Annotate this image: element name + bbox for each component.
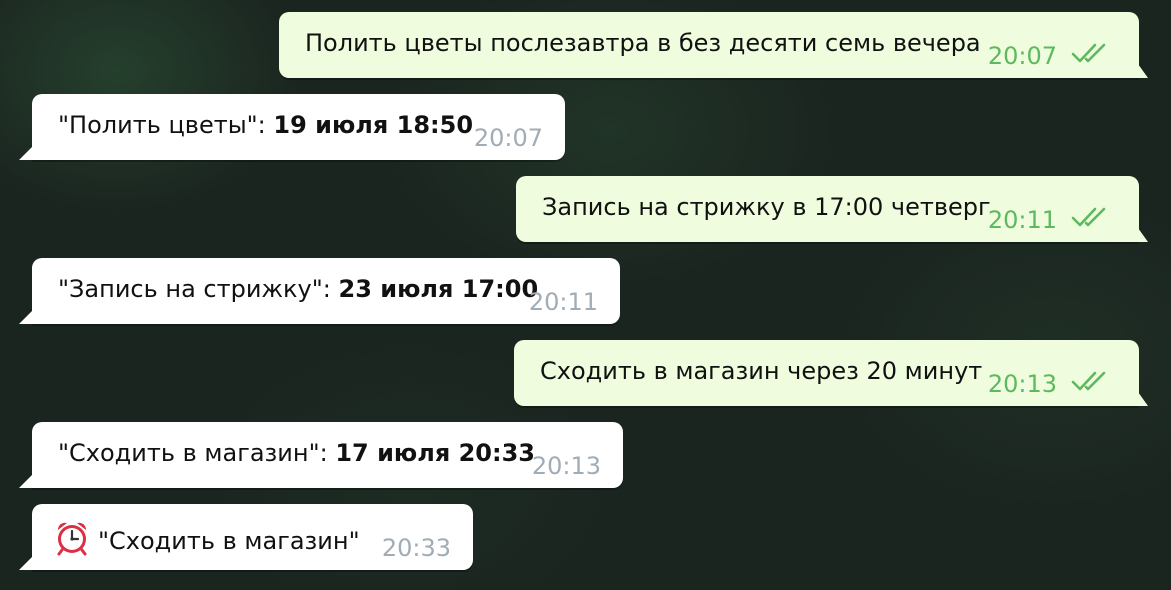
message-text: Запись на стрижку в 17:00 четверг	[542, 193, 991, 221]
message-text: "Сходить в магазин"	[54, 520, 360, 556]
reminder-datetime: 19 июля 18:50	[273, 111, 474, 139]
outgoing-message-bubble[interactable]: Запись на стрижку в 17:00 четверг 20:11	[516, 176, 1139, 242]
message-time: 20:11	[987, 206, 1057, 234]
reminder-datetime: 23 июля 17:00	[338, 275, 539, 303]
message-text: Сходить в магазин через 20 минут	[540, 357, 983, 385]
message-time: 20:11	[528, 288, 598, 316]
outgoing-message-bubble[interactable]: Полить цветы послезавтра в без десяти се…	[279, 12, 1139, 78]
reminder-title: "Запись на стрижку":	[58, 275, 339, 303]
incoming-message-bubble[interactable]: "Сходить в магазин": 17 июля 20:33 20:13	[32, 422, 623, 488]
message-time: 20:07	[987, 42, 1057, 70]
message-text: Полить цветы послезавтра в без десяти се…	[305, 29, 981, 57]
reminder-title: "Сходить в магазин"	[98, 527, 360, 555]
reminder-title: "Сходить в магазин":	[58, 439, 336, 467]
alarm-clock-icon	[57, 522, 87, 556]
message-text: "Сходить в магазин": 17 июля 20:33	[58, 438, 535, 468]
double-check-icon	[1071, 43, 1106, 63]
message-time: 20:13	[531, 452, 601, 480]
incoming-message-bubble[interactable]: "Полить цветы": 19 июля 18:50 20:07	[32, 94, 565, 160]
double-check-icon	[1071, 371, 1106, 391]
outgoing-message-bubble[interactable]: Сходить в магазин через 20 минут 20:13	[514, 340, 1139, 406]
incoming-message-bubble[interactable]: "Сходить в магазин" 20:33	[32, 504, 473, 570]
message-time: 20:07	[473, 124, 543, 152]
message-time: 20:13	[987, 370, 1057, 398]
reminder-datetime: 17 июля 20:33	[335, 439, 535, 467]
double-check-icon	[1071, 207, 1106, 227]
message-time: 20:33	[381, 534, 451, 562]
message-text: "Полить цветы": 19 июля 18:50	[58, 110, 473, 140]
message-text: "Запись на стрижку": 23 июля 17:00	[58, 274, 538, 304]
reminder-title: "Полить цветы":	[58, 111, 274, 139]
chat-history: Полить цветы послезавтра в без десяти се…	[0, 0, 1171, 590]
incoming-message-bubble[interactable]: "Запись на стрижку": 23 июля 17:00 20:11	[32, 258, 620, 324]
